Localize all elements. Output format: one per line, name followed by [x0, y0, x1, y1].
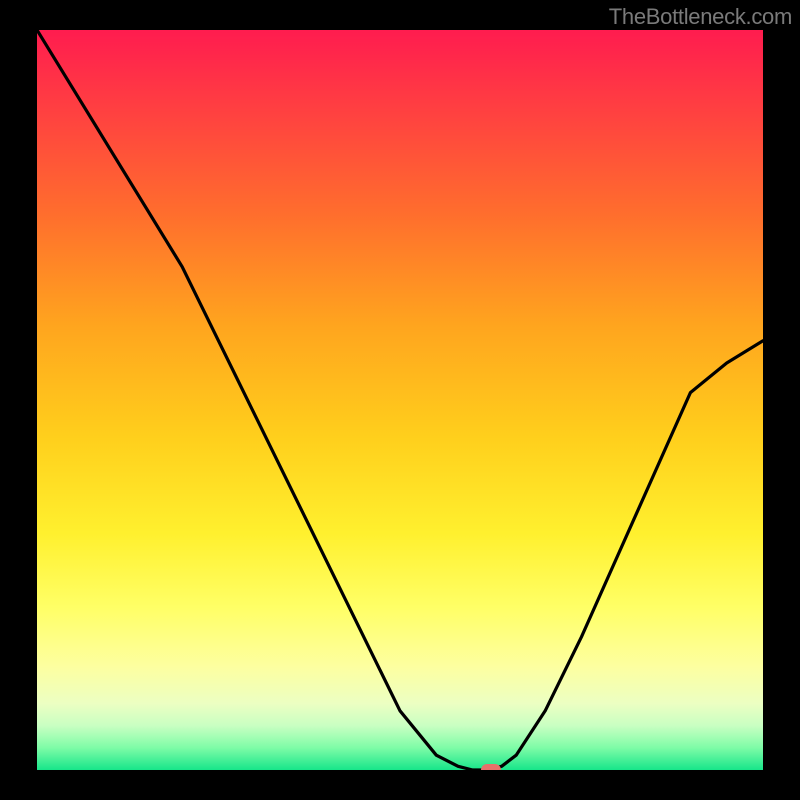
- bottleneck-curve: [37, 30, 763, 770]
- chart-container: TheBottleneck.com: [0, 0, 800, 800]
- optimal-point-marker: [481, 764, 501, 770]
- plot-area: [37, 30, 763, 770]
- watermark-text: TheBottleneck.com: [609, 4, 792, 30]
